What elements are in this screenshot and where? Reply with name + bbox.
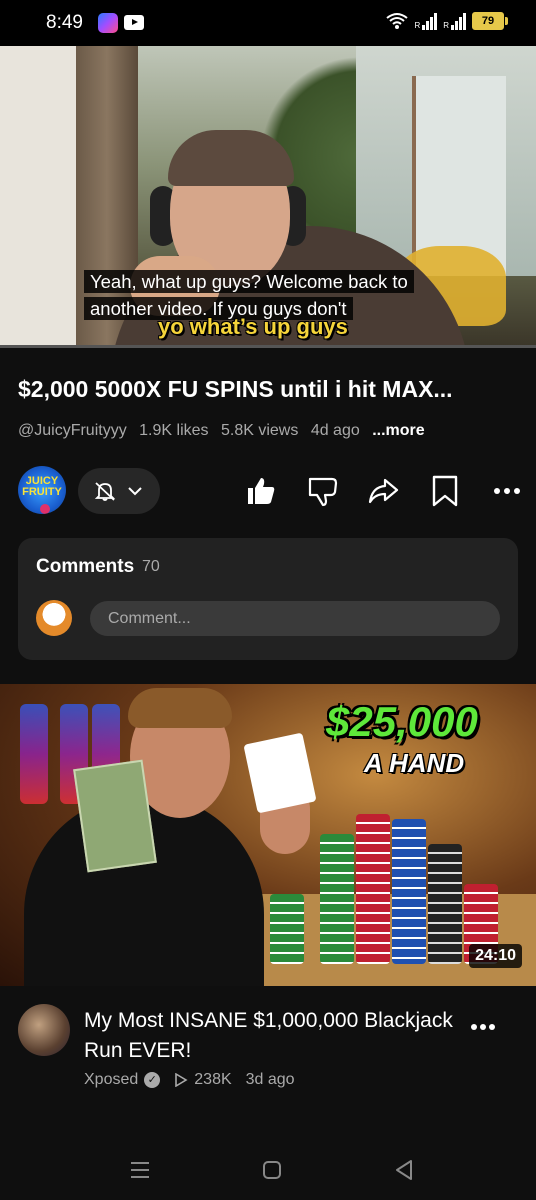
like-button[interactable] bbox=[244, 474, 278, 508]
view-count: 5.8K views bbox=[220, 422, 299, 439]
thumb-chip-stack bbox=[270, 894, 304, 964]
bookmark-icon bbox=[432, 475, 458, 507]
thumb-chip-stack bbox=[356, 814, 390, 964]
wifi-icon bbox=[386, 12, 409, 30]
thumbs-down-icon bbox=[308, 477, 338, 507]
upload-age: 4d ago bbox=[310, 422, 360, 439]
chevron-down-icon bbox=[128, 487, 142, 496]
recommended-channel-avatar[interactable] bbox=[18, 1004, 70, 1056]
more-horizontal-icon bbox=[494, 488, 520, 494]
more-actions-button[interactable] bbox=[490, 474, 524, 508]
play-views-icon bbox=[175, 1073, 188, 1087]
notification-bell-button[interactable] bbox=[78, 468, 160, 514]
channel-avatar[interactable]: JUICY FRUITY bbox=[18, 466, 66, 514]
signal-icon-2: R bbox=[443, 12, 466, 30]
system-navigation-bar bbox=[0, 1140, 536, 1200]
burned-in-subtitle: yo what’s up guys bbox=[158, 314, 348, 339]
like-count: 1.9K likes bbox=[139, 422, 209, 439]
caption-line-1: Yeah, what up guys? Welcome back to bbox=[84, 270, 414, 293]
channel-logo-text: JUICY FRUITY bbox=[22, 475, 62, 498]
comments-count: 70 bbox=[142, 558, 160, 575]
recommended-more-menu-button[interactable] bbox=[470, 1012, 496, 1038]
recents-menu-icon[interactable] bbox=[128, 1158, 152, 1182]
thumb-slot-machine bbox=[20, 704, 48, 804]
more-vertical-icon bbox=[471, 1024, 495, 1030]
thumb-chip-stack bbox=[320, 834, 354, 964]
comments-panel[interactable]: Comments 70 Comment... bbox=[18, 538, 518, 660]
status-icons: R R 79 bbox=[386, 12, 508, 30]
status-bar: 8:49 R R 79 bbox=[0, 0, 536, 46]
thumb-playing-cards bbox=[243, 732, 317, 814]
status-time: 8:49 bbox=[46, 12, 83, 33]
bell-off-icon bbox=[94, 482, 116, 501]
video-player[interactable]: Yeah, what up guys? Welcome back to anot… bbox=[0, 46, 536, 348]
thumb-chip-stack bbox=[392, 819, 426, 964]
recommended-video-meta: Xposed ✓ 238K 3d ago bbox=[84, 1071, 295, 1089]
battery-icon: 79 bbox=[472, 12, 508, 30]
signal-icon-1: R bbox=[414, 12, 438, 30]
comment-input[interactable]: Comment... bbox=[90, 601, 500, 636]
youtube-notification-icon bbox=[124, 15, 144, 30]
share-icon bbox=[368, 478, 399, 504]
thumb-cash-stack bbox=[73, 759, 157, 873]
dislike-button[interactable] bbox=[306, 474, 340, 508]
video-progress-bar[interactable] bbox=[0, 345, 536, 348]
thumb-hair bbox=[128, 688, 232, 728]
recommended-channel-name: Xposed bbox=[84, 1071, 139, 1088]
video-duration-badge: 24:10 bbox=[469, 944, 522, 968]
recommended-video-title[interactable]: My Most INSANE $1,000,000 Blackjack Run … bbox=[84, 1006, 454, 1066]
home-icon[interactable] bbox=[260, 1158, 284, 1182]
share-button[interactable] bbox=[366, 474, 400, 508]
channel-handle: @JuicyFruityyy bbox=[18, 422, 127, 439]
app-notification-icon bbox=[98, 13, 118, 33]
user-avatar bbox=[36, 600, 72, 636]
video-meta[interactable]: @JuicyFruityyy 1.9K likes 5.8K views 4d … bbox=[18, 422, 433, 440]
thumbs-up-icon bbox=[248, 478, 275, 504]
channel-logo-dot bbox=[40, 504, 50, 514]
video-frame-wall bbox=[0, 46, 80, 348]
thumb-chip-stack bbox=[428, 844, 462, 964]
video-title[interactable]: $2,000 5000X FU SPINS until i hit MAX... bbox=[18, 376, 518, 403]
comments-label: Comments bbox=[36, 556, 135, 577]
thumb-subtitle-text: A HAND bbox=[364, 748, 465, 778]
save-button[interactable] bbox=[428, 474, 462, 508]
back-icon[interactable] bbox=[392, 1158, 416, 1182]
more-link[interactable]: ...more bbox=[372, 422, 424, 439]
thumb-price-text: $25,000 bbox=[326, 698, 478, 745]
verified-check-icon: ✓ bbox=[144, 1072, 161, 1088]
recommended-video-thumbnail[interactable]: $25,000 A HAND 24:10 bbox=[0, 684, 536, 986]
recommended-upload-age: 3d ago bbox=[245, 1071, 295, 1088]
recommended-view-count: 238K bbox=[194, 1071, 232, 1088]
